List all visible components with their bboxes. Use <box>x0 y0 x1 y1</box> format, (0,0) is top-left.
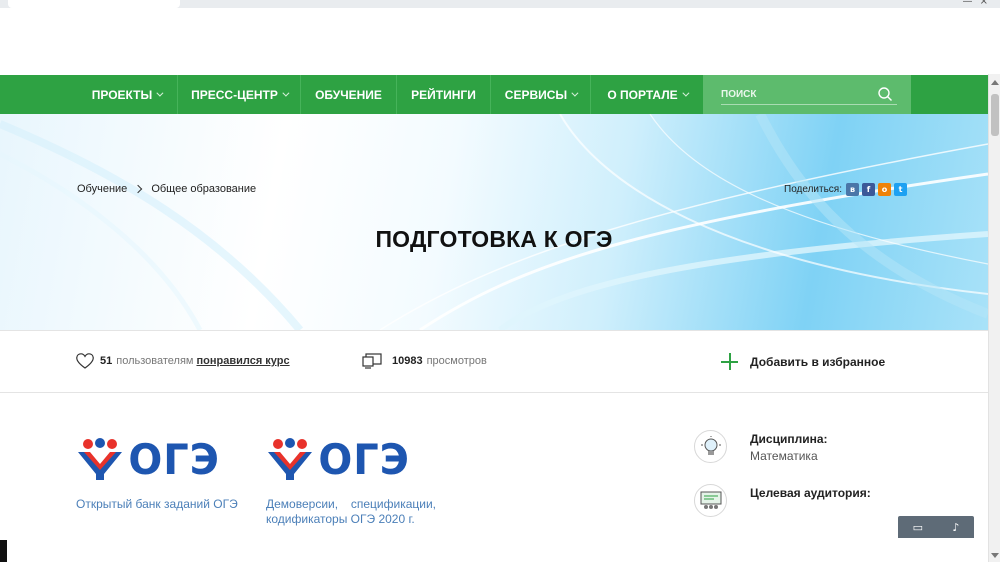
oge-emblem-icon <box>268 438 312 480</box>
nav-item-press-center[interactable]: ПРЕСС-ЦЕНТР <box>178 75 301 114</box>
oge-task-bank-card[interactable]: ОГЭ Открытый банк заданий ОГЭ <box>76 437 246 512</box>
nav-item-services[interactable]: СЕРВИСЫ <box>491 75 591 114</box>
views-count: 10983 <box>392 355 423 367</box>
share-block: Поделиться: в f о t <box>784 183 907 196</box>
nav-item-label: СЕРВИСЫ <box>504 87 568 102</box>
breadcrumb: Обучение Общее образование <box>77 183 256 195</box>
vk-icon[interactable]: в <box>846 183 859 196</box>
facebook-icon[interactable]: f <box>862 183 875 196</box>
monitor-icon <box>362 353 382 369</box>
nav-item-label: ОБУЧЕНИЕ <box>315 87 382 102</box>
browser-top-strip: — × <box>0 0 1000 8</box>
nav-item-projects[interactable]: ПРОЕКТЫ <box>76 75 178 114</box>
discipline-label: Дисциплина: <box>750 432 828 446</box>
corner-mark <box>0 540 7 562</box>
breadcrumb-item[interactable]: Обучение <box>77 183 127 195</box>
main-nav: ПРОЕКТЫ ПРЕСС-ЦЕНТР ОБУЧЕНИЕ РЕЙТИНГИ СЕ… <box>0 75 988 114</box>
chevron-down-icon <box>156 89 164 97</box>
floating-widget-bar: ▭ ♪ <box>898 516 974 538</box>
views-stat: 10983 просмотров <box>362 353 487 369</box>
views-text: просмотров <box>426 355 487 367</box>
odnoklassniki-icon[interactable]: о <box>878 183 891 196</box>
lightbulb-icon <box>694 430 727 463</box>
card-caption[interactable]: Демоверсии, спецификации, кодификаторы О… <box>266 497 436 527</box>
chevron-down-icon <box>282 89 290 97</box>
add-favorite-label: Добавить в избранное <box>750 354 886 369</box>
add-favorite-button[interactable]: Добавить в избранное <box>721 353 885 370</box>
likes-count: 51 <box>100 355 113 367</box>
nav-items: ПРОЕКТЫ ПРЕСС-ЦЕНТР ОБУЧЕНИЕ РЕЙТИНГИ СЕ… <box>76 75 703 114</box>
scroll-down-icon[interactable] <box>991 553 999 558</box>
oge-demo-card[interactable]: ОГЭ Демоверсии, спецификации, кодификато… <box>266 437 436 527</box>
nav-item-education[interactable]: ОБУЧЕНИЕ <box>301 75 397 114</box>
chevron-down-icon <box>571 89 579 97</box>
course-stats-bar: 51 пользователям понравился курс 10983 п… <box>0 330 988 393</box>
browser-tab[interactable] <box>8 0 180 8</box>
chat-icon[interactable]: ▭ <box>913 521 923 534</box>
hero-waves-decoration <box>0 114 988 330</box>
discipline-info: Дисциплина: Математика <box>694 430 828 463</box>
nav-item-label: ПРЕСС-ЦЕНТР <box>191 87 278 102</box>
card-caption[interactable]: Открытый банк заданий ОГЭ <box>76 497 246 512</box>
search-box <box>703 75 911 114</box>
plus-icon <box>721 353 738 370</box>
audience-icon <box>694 484 727 517</box>
search-input[interactable] <box>721 84 871 104</box>
likes-text: пользователям <box>116 355 194 367</box>
twitter-icon[interactable]: t <box>894 183 907 196</box>
nav-item-label: РЕЙТИНГИ <box>411 87 476 102</box>
audience-info: Целевая аудитория: <box>694 484 871 517</box>
likes-stat: 51 пользователям понравился курс <box>76 353 290 369</box>
oge-logo: ОГЭ <box>76 437 246 483</box>
hero-banner: Обучение Общее образование Поделиться: в… <box>0 114 988 330</box>
heart-icon[interactable] <box>76 353 94 369</box>
breadcrumb-item: Общее образование <box>151 183 257 195</box>
window-controls[interactable]: — × <box>962 0 990 7</box>
chevron-down-icon <box>682 89 690 97</box>
page-title: ПОДГОТОВКА К ОГЭ <box>375 226 613 252</box>
scrollbar-thumb[interactable] <box>991 94 999 136</box>
audience-label: Целевая аудитория: <box>750 486 871 500</box>
search-icon[interactable] <box>877 86 893 102</box>
oge-logo-text: ОГЭ <box>318 435 410 484</box>
chevron-right-icon <box>134 184 143 194</box>
oge-logo-text: ОГЭ <box>128 435 220 484</box>
nav-item-about[interactable]: О ПОРТАЛЕ <box>591 75 703 114</box>
page-scrollbar[interactable] <box>988 74 1000 562</box>
bell-icon[interactable]: ♪ <box>952 521 959 534</box>
scroll-up-icon[interactable] <box>991 80 999 85</box>
nav-item-label: О ПОРТАЛЕ <box>607 87 678 102</box>
nav-item-label: ПРОЕКТЫ <box>91 87 153 102</box>
nav-item-ratings[interactable]: РЕЙТИНГИ <box>397 75 491 114</box>
oge-emblem-icon <box>78 438 122 480</box>
likes-link[interactable]: понравился курс <box>196 355 289 367</box>
discipline-value: Математика <box>750 449 818 463</box>
oge-logo: ОГЭ <box>266 437 436 483</box>
share-label: Поделиться: <box>784 184 842 195</box>
search-underline <box>721 104 897 105</box>
